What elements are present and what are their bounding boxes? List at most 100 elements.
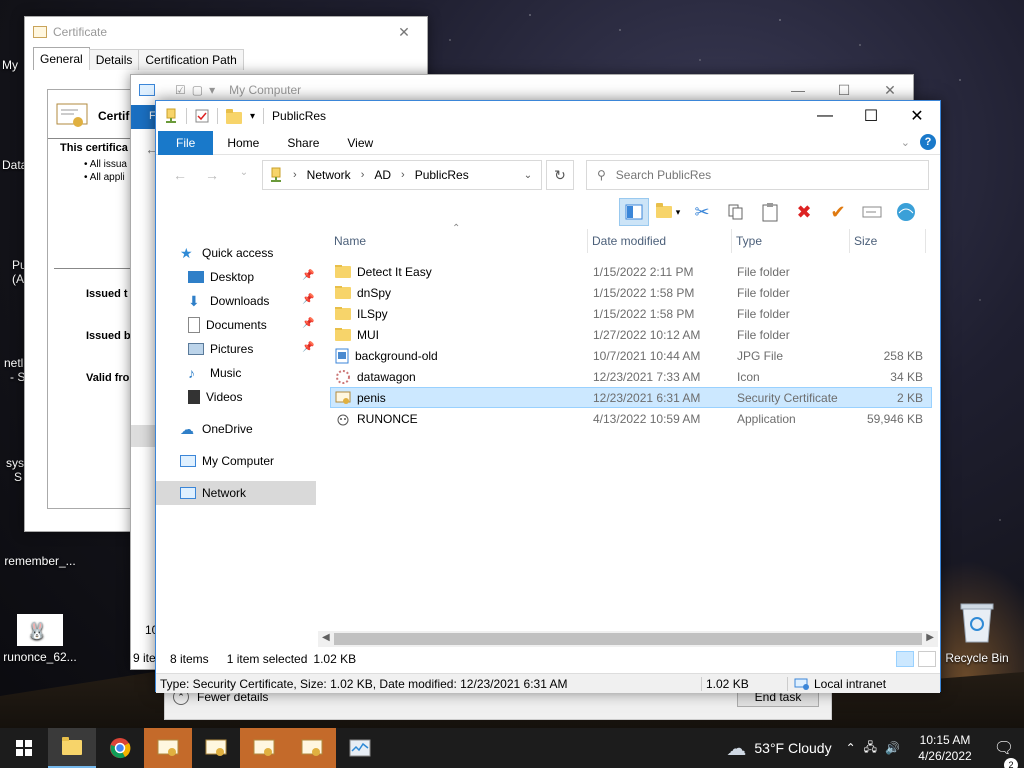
column-type[interactable]: Type: [732, 228, 850, 253]
file-name: datawagon: [357, 369, 416, 384]
certificate-app-icon-2: [205, 739, 227, 756]
tab-file[interactable]: File: [158, 130, 214, 155]
explorer-window[interactable]: ▾ PublicRes — ☐ ✕ File Home Share View ⌄…: [155, 100, 941, 693]
explorer-titlebar[interactable]: ▾ PublicRes — ☐ ✕: [156, 101, 940, 131]
properties-icon[interactable]: [195, 109, 209, 123]
file-row[interactable]: datawagon 12/23/2021 7:33 AM Icon 34 KB: [330, 366, 932, 387]
details-view-button[interactable]: [896, 651, 914, 667]
delete-icon[interactable]: ✖: [789, 198, 819, 226]
file-row[interactable]: penis 12/23/2021 6:31 AM Security Certific…: [330, 387, 932, 408]
nav-music[interactable]: ♪ Music: [156, 361, 316, 385]
notifications-button[interactable]: 🗨 2: [984, 738, 1024, 768]
tab-share[interactable]: Share: [273, 131, 333, 155]
new-folder-dropdown-button[interactable]: ▾: [653, 198, 683, 226]
file-name-cell: RUNONCE: [331, 411, 589, 427]
search-box[interactable]: ⚲ Search PublicRes: [586, 160, 929, 190]
qa-new-folder-icon[interactable]: ▢: [192, 83, 203, 97]
help-icon[interactable]: ?: [920, 134, 936, 150]
nav-onedrive[interactable]: ☁ OneDrive: [156, 417, 316, 441]
refresh-button[interactable]: ↻: [546, 160, 574, 190]
explorer-minimize-button[interactable]: —: [802, 101, 848, 131]
desktop-icon-remember[interactable]: remember_...: [2, 554, 78, 568]
expand-ribbon-icon[interactable]: ⌄: [901, 136, 910, 149]
horizontal-scrollbar[interactable]: ◀ ▶: [318, 631, 938, 647]
scroll-left-icon[interactable]: ◀: [322, 632, 330, 643]
weather-widget[interactable]: ☁ 53°F Cloudy: [726, 736, 831, 761]
qa-properties-icon[interactable]: ☑: [175, 83, 186, 97]
certificate-titlebar[interactable]: Certificate ✕: [25, 17, 427, 47]
nav-quick-access[interactable]: ★ Quick access: [156, 241, 316, 265]
breadcrumb-network[interactable]: Network: [307, 168, 351, 182]
breadcrumb-ad[interactable]: AD: [374, 168, 391, 182]
address-bar[interactable]: › Network › AD › PublicRes ⌄: [262, 160, 542, 190]
desktop-icon-runonce[interactable]: 🐰 runonce_62...: [0, 614, 80, 664]
back-button[interactable]: ←: [168, 167, 192, 183]
address-dropdown-icon[interactable]: ⌄: [515, 170, 541, 181]
tab-view[interactable]: View: [333, 131, 387, 155]
volume-icon[interactable]: 🔊: [885, 741, 900, 755]
taskbar-task-manager[interactable]: [336, 728, 384, 768]
qa-customize-icon[interactable]: ▾: [250, 111, 255, 122]
certificate-app-icon-4: [301, 739, 323, 756]
scroll-right-icon[interactable]: ▶: [926, 632, 934, 643]
qa-dropdown-icon[interactable]: ▾: [209, 83, 215, 97]
file-list-header: Name Date modified Type Size: [330, 228, 932, 253]
nav-videos[interactable]: Videos: [156, 385, 316, 409]
scrollbar-thumb[interactable]: [334, 633, 922, 645]
desktop-icon-recycle-bin[interactable]: Recycle Bin: [940, 600, 1014, 665]
nav-pictures[interactable]: Pictures 📌: [156, 337, 316, 361]
properties-globe-icon[interactable]: [891, 198, 921, 226]
copy-icon[interactable]: [721, 198, 751, 226]
taskbar-certificate-1[interactable]: [144, 728, 192, 768]
clock[interactable]: 10:15 AM 4/26/2022: [906, 732, 984, 764]
my-computer-file-tab[interactable]: Fi: [131, 105, 158, 129]
nav-downloads[interactable]: ⬇ Downloads 📌: [156, 289, 316, 313]
new-folder-icon[interactable]: [226, 108, 242, 124]
explorer-maximize-button[interactable]: ☐: [848, 101, 894, 131]
pin-icon-2[interactable]: 📌: [302, 295, 314, 305]
file-row[interactable]: Detect It Easy 1/15/2022 2:11 PM File fold…: [330, 261, 932, 282]
file-row[interactable]: ILSpy 1/15/2022 1:58 PM File folder: [330, 303, 932, 324]
column-date[interactable]: Date modified: [588, 228, 732, 253]
recent-locations-icon[interactable]: ⌄: [232, 167, 256, 183]
taskbar-chrome[interactable]: [96, 728, 144, 768]
search-input[interactable]: Search PublicRes: [616, 168, 711, 182]
nav-network[interactable]: Network: [156, 481, 316, 505]
file-row[interactable]: MUI 1/27/2022 10:12 AM File folder: [330, 324, 932, 345]
certificate-close-button[interactable]: ✕: [381, 17, 427, 47]
tab-home[interactable]: Home: [213, 131, 273, 155]
checkmark-icon[interactable]: ✔: [823, 198, 853, 226]
large-icons-view-button[interactable]: [918, 651, 936, 667]
preview-pane-button[interactable]: [619, 198, 649, 226]
pin-icon-3[interactable]: 📌: [302, 319, 314, 329]
file-row[interactable]: background-old 10/7/2021 10:44 AM JPG File…: [330, 345, 932, 366]
cut-icon[interactable]: ✂: [687, 198, 717, 226]
nav-documents[interactable]: Documents 📌: [156, 313, 316, 337]
file-row[interactable]: RUNONCE 4/13/2022 10:59 AM Application 59,9…: [330, 408, 932, 429]
taskbar-certificate-2[interactable]: [192, 728, 240, 768]
start-button[interactable]: [0, 728, 48, 768]
document-icon: [188, 317, 200, 333]
nav-desktop[interactable]: Desktop 📌: [156, 265, 316, 289]
pin-icon-4[interactable]: 📌: [302, 343, 314, 353]
tab-details[interactable]: Details: [88, 49, 140, 70]
network-tray-icon[interactable]: 🖧: [864, 738, 877, 759]
file-row[interactable]: dnSpy 1/15/2022 1:58 PM File folder: [330, 282, 932, 303]
tab-general[interactable]: General: [33, 47, 90, 70]
show-hidden-icons-icon[interactable]: ⌃: [846, 741, 856, 755]
tab-certification-path[interactable]: Certification Path: [138, 49, 244, 70]
nav-my-computer[interactable]: My Computer: [156, 449, 316, 473]
column-size[interactable]: Size: [850, 228, 926, 253]
taskbar-certificate-3[interactable]: [240, 728, 288, 768]
forward-button[interactable]: →: [200, 167, 224, 183]
breadcrumb-publicres[interactable]: PublicRes: [415, 168, 469, 182]
paste-icon[interactable]: [755, 198, 785, 226]
certificate-title: Certificate: [53, 25, 108, 39]
explorer-close-button[interactable]: ✕: [894, 101, 940, 131]
desktop-fragment-a: (A: [12, 272, 24, 286]
taskbar-file-explorer[interactable]: [48, 728, 96, 768]
rename-icon[interactable]: [857, 198, 887, 226]
pin-icon[interactable]: 📌: [302, 271, 314, 281]
certificate-app-icon: [157, 739, 179, 756]
taskbar-certificate-4[interactable]: [288, 728, 336, 768]
